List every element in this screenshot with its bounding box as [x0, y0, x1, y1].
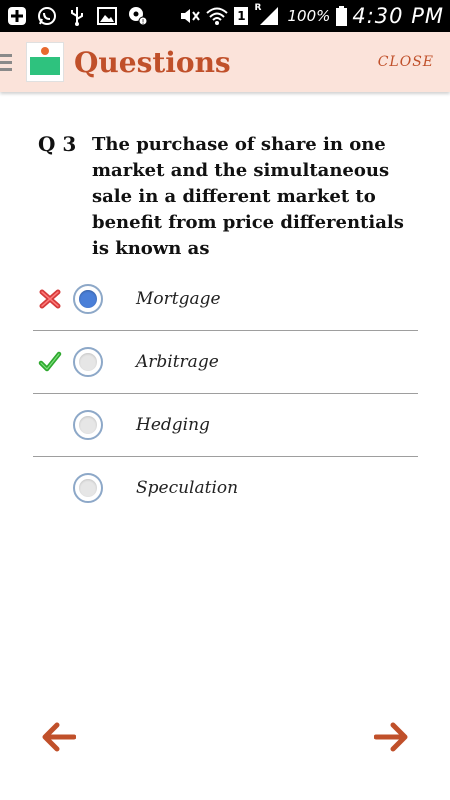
check-mark-icon: [33, 351, 67, 373]
wrong-mark-icon: [33, 289, 67, 309]
option-label: Mortgage: [136, 289, 221, 309]
app-logo[interactable]: [26, 42, 64, 82]
clock: 4:30 PM: [352, 4, 444, 28]
usb-icon: [66, 5, 88, 27]
page-title: Questions: [74, 45, 231, 79]
image-icon: [96, 5, 118, 27]
option-label: Speculation: [136, 478, 239, 498]
battery-percent: 100%: [287, 7, 331, 25]
status-bar: ! 1 R 100% 4:30 PM: [0, 0, 450, 32]
radio-button[interactable]: [73, 347, 103, 377]
close-button[interactable]: CLOSE: [378, 54, 434, 70]
whatsapp-icon: [36, 5, 58, 27]
mute-icon: [179, 5, 201, 27]
option-item[interactable]: Hedging: [33, 394, 418, 457]
option-label: Arbitrage: [136, 352, 219, 372]
option-item[interactable]: Mortgage: [33, 268, 418, 331]
wifi-icon: [206, 5, 229, 27]
radio-button[interactable]: [73, 284, 103, 314]
option-label: Hedging: [136, 415, 210, 435]
radio-button[interactable]: [73, 473, 103, 503]
plus-icon: [6, 5, 28, 27]
question-text: The purchase of share in one market and …: [92, 134, 404, 259]
radio-button[interactable]: [73, 410, 103, 440]
answer-options: Mortgage Arbitrage Hedging Speculation: [33, 268, 418, 519]
location-icon: !: [126, 5, 148, 27]
menu-icon[interactable]: [0, 53, 14, 71]
question-block: Q 3 The purchase of share in one market …: [38, 132, 418, 262]
option-item[interactable]: Arbitrage: [33, 331, 418, 394]
arrow-right-icon[interactable]: [373, 722, 408, 752]
question-number: Q 3: [38, 132, 77, 156]
app-bar: Questions CLOSE: [0, 32, 450, 92]
svg-text:!: !: [142, 18, 145, 26]
option-item[interactable]: Speculation: [33, 457, 418, 519]
sim-icon: 1: [233, 5, 249, 27]
signal-icon: R: [254, 3, 282, 27]
battery-icon: [335, 5, 347, 27]
arrow-left-icon[interactable]: [42, 722, 77, 752]
